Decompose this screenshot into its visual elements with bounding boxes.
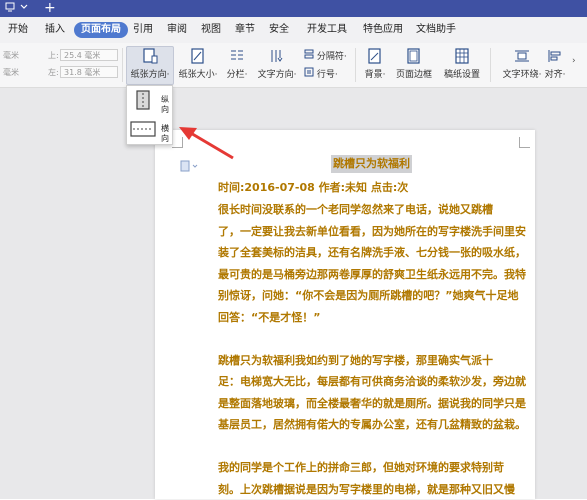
left-margin-label: 左:: [48, 67, 59, 79]
tab-doc-assistant[interactable]: 文档助手: [412, 22, 460, 38]
paper-orientation-label: 纸张方向·: [127, 67, 173, 80]
paragraph-line[interactable]: 装了全套美标的洁具，还有名牌洗手液、七分钱一张的吸水纸，: [218, 242, 526, 264]
new-tab-plus-icon[interactable]: +: [44, 0, 58, 17]
margin-unit-bottom: 毫米: [3, 67, 19, 79]
tab-references[interactable]: 引用: [128, 22, 158, 38]
crop-mark: [519, 137, 530, 148]
ribbon-divider: [490, 48, 491, 82]
tab-page-layout[interactable]: 页面布局: [74, 22, 128, 38]
menu-bar: 开始 插入 页面布局 引用 审阅 视图 章节 安全 开发工具 特色应用 文档助手: [0, 17, 587, 44]
tab-review[interactable]: 审阅: [162, 22, 192, 38]
paragraph-line[interactable]: 我的同学是个工作上的拼命三郎，但她对环境的要求特别苛: [218, 457, 504, 479]
paragraph-line[interactable]: 很长时间没联系的一个老同学忽然来了电话，说她又跳槽: [218, 199, 493, 221]
line-number-button[interactable]: 行号·: [304, 67, 338, 81]
landscape-label: 横向: [161, 124, 170, 144]
align-icon: [546, 47, 564, 65]
tab-view[interactable]: 视图: [196, 22, 226, 38]
break-button[interactable]: 分隔符·: [304, 49, 347, 63]
top-margin-input[interactable]: 25.4 毫米: [60, 49, 118, 61]
chevron-down-icon[interactable]: [18, 2, 30, 14]
paragraph-line[interactable]: 回答：“不是才怪！”: [218, 307, 320, 329]
align-button[interactable]: 对齐·: [540, 47, 570, 83]
columns-button[interactable]: 分栏·: [222, 47, 252, 83]
break-icon: [304, 49, 314, 59]
landscape-page-icon: [130, 120, 156, 138]
text-wrap-icon: [513, 47, 531, 65]
paper-size-label: 纸张大小·: [176, 67, 220, 80]
columns-label: 分栏·: [222, 67, 252, 80]
tab-developer[interactable]: 开发工具: [303, 22, 351, 38]
text-direction-button[interactable]: 文字方向·: [254, 47, 300, 83]
paragraph-line[interactable]: 刻。上次跳槽据说是因为写字楼里的电梯，就是那种又旧又慢: [218, 479, 515, 500]
orientation-landscape-item[interactable]: 横向: [129, 116, 170, 140]
orientation-dropdown: 纵向 横向: [126, 85, 173, 145]
background-button[interactable]: 背景·: [360, 47, 390, 83]
ribbon-divider: [355, 48, 356, 82]
manuscript-button[interactable]: 稿纸设置: [442, 47, 482, 83]
break-label: 分隔符·: [317, 52, 347, 62]
text-direction-label: 文字方向·: [254, 67, 300, 80]
ribbon-toolbar: 毫米 毫米 上: 25.4 毫米 左: 31.8 毫米 纸张方向· 纸张大小· …: [0, 43, 587, 88]
line-number-icon: [304, 67, 314, 77]
tab-chapter[interactable]: 章节: [230, 22, 260, 38]
ribbon-divider: [122, 48, 123, 82]
portrait-label: 纵向: [161, 95, 170, 115]
columns-icon: [228, 47, 246, 65]
paragraph-line[interactable]: 了，一定要让我去新单位看看，因为她所在的写字楼洗手间里安: [218, 221, 526, 243]
annotation-arrow-icon: [175, 124, 239, 164]
text-wrap-button[interactable]: 文字环绕·: [500, 47, 544, 83]
align-label: 对齐·: [540, 67, 570, 80]
tab-insert[interactable]: 插入: [40, 22, 70, 38]
portrait-page-icon: [133, 90, 153, 110]
title-bar: +: [0, 0, 587, 17]
document-title[interactable]: 跳槽只为软福利: [331, 155, 412, 173]
manuscript-icon: [453, 47, 471, 65]
paragraph-line[interactable]: 最可贵的是马桶旁边那两卷厚厚的舒爽卫生纸永远用不完。我特: [218, 264, 526, 286]
page-border-icon: [405, 47, 423, 65]
tab-home[interactable]: 开始: [3, 22, 33, 38]
paragraph-line[interactable]: 别惊讶，问她：“你不会是因为厕所跳槽的吧？”她爽气十足地: [218, 285, 518, 307]
window-icon[interactable]: [4, 2, 16, 14]
paper-orientation-icon: [141, 47, 159, 65]
document-meta[interactable]: 时间:2016-07-08 作者:未知 点击:次: [218, 177, 408, 199]
top-margin-label: 上:: [48, 50, 59, 62]
left-margin-input[interactable]: 31.8 毫米: [60, 66, 118, 78]
paragraph-line[interactable]: 足：电梯宽大无比，每层都有可供商务洽谈的柔软沙发，旁边就: [218, 371, 526, 393]
text-direction-icon: [268, 47, 286, 65]
tab-security[interactable]: 安全: [264, 22, 294, 38]
margin-unit-top: 毫米: [3, 50, 19, 62]
background-icon: [366, 47, 384, 65]
tab-special-apps[interactable]: 特色应用: [359, 22, 407, 38]
paper-orientation-button[interactable]: 纸张方向·: [126, 46, 174, 85]
paragraph-line[interactable]: 跳槽只为软福利我如约到了她的写字楼，那里确实气派十: [218, 350, 493, 372]
paragraph-line[interactable]: 是整面落地玻璃，而全楼最奢华的就是厕所。据说我的同学只是: [218, 393, 526, 415]
paragraph-line[interactable]: 基层员工，居然拥有偌大的专属办公室，还有几盆精致的盆栽。: [218, 414, 526, 436]
chevron-right-icon[interactable]: ›: [572, 55, 576, 67]
background-label: 背景·: [360, 67, 390, 80]
page-border-button[interactable]: 页面边框: [394, 47, 434, 83]
manuscript-label: 稿纸设置: [442, 67, 482, 80]
page-border-label: 页面边框: [394, 67, 434, 80]
text-wrap-label: 文字环绕·: [500, 67, 544, 80]
line-number-label: 行号·: [317, 70, 338, 80]
orientation-portrait-item[interactable]: 纵向: [129, 88, 170, 112]
paper-size-icon: [189, 47, 207, 65]
paper-size-button[interactable]: 纸张大小·: [176, 47, 220, 83]
